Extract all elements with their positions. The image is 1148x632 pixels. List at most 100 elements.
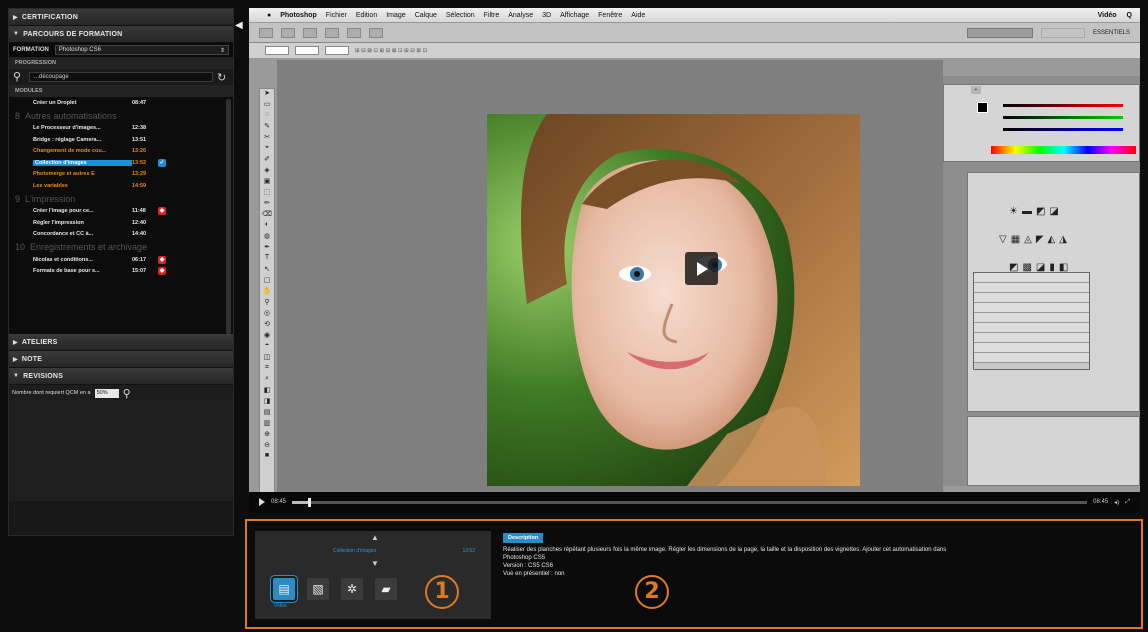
seek-bar[interactable] <box>292 497 1088 507</box>
description-line: Photoshop CS5 <box>503 555 546 561</box>
adjustment-icons: ▽▦◬◤◭◮ <box>999 234 1071 245</box>
ps-bar-button <box>281 27 295 38</box>
pdf-badge-icon[interactable]: ◆ <box>158 255 166 264</box>
lesson-item[interactable]: Le Processeur d'images... 12:38 <box>9 123 233 135</box>
preset-item <box>974 343 1089 353</box>
tool-icon: ✐ <box>264 156 270 163</box>
lesson-item[interactable]: Concordance et CC à... 14:40 <box>9 229 233 241</box>
mac-menubar: ● Photoshop Fichier Edition Image Calque… <box>249 8 1140 23</box>
lesson-item-selected[interactable]: Collection d'images 13:52 ✓ <box>9 157 233 169</box>
description-line: Vue en présentiel : non <box>503 571 565 577</box>
preset-item <box>974 323 1089 333</box>
pdf-badge-icon[interactable]: ◆ <box>158 267 166 276</box>
lesson-item[interactable]: Créer un Droplet 08:47 <box>9 97 233 109</box>
lesson-duration: 13:26 <box>132 148 147 155</box>
refresh-icon[interactable]: ↻ <box>217 71 229 84</box>
description-tab[interactable]: Description <box>503 533 544 543</box>
menu-edition: Edition <box>355 11 378 19</box>
marker-1: 1 <box>425 575 459 609</box>
lesson-title: Les variables <box>33 182 68 189</box>
tool-icon: ⊖ <box>264 442 270 449</box>
option-field <box>325 46 349 55</box>
select-arrow-icon: ⇕ <box>219 47 225 54</box>
presets-list <box>973 272 1090 370</box>
menu-affichage: Affichage <box>560 11 590 19</box>
lesson-duration: 12:38 <box>132 125 147 132</box>
lesson-duration: 13:51 <box>132 136 147 143</box>
active-tool-caption: Vidéo <box>274 603 287 609</box>
section-revisions[interactable]: ▼ REVISIONS <box>9 368 233 385</box>
lesson-item[interactable]: Créer l'image pour ce... 11:48 ◆ <box>9 206 233 218</box>
spectrum-bar <box>991 146 1136 154</box>
tool-icon: ✒ <box>264 244 270 251</box>
formation-select[interactable]: Photoshop CS6 ⇕ <box>54 45 229 55</box>
tool-icon: T <box>264 254 270 261</box>
collapse-triangle-icon: ▼ <box>13 31 20 37</box>
fullscreen-icon[interactable]: ⤢ <box>1125 499 1130 506</box>
module-title: L'impression <box>25 193 76 204</box>
search-icon[interactable]: ⚲ <box>13 71 25 83</box>
lesson-item[interactable]: Les variables 14:59 <box>9 180 233 192</box>
girl-portrait-image <box>487 114 860 486</box>
lesson-item[interactable]: Formats de base pour s... 15:07 ◆ <box>9 266 233 278</box>
modules-label: MODULES <box>9 85 233 97</box>
tool-icon: ◐ <box>264 221 270 228</box>
document-icon[interactable]: ▧ <box>307 578 329 600</box>
puzzle-icon[interactable]: ✲ <box>341 578 363 600</box>
next-arrow-icon[interactable]: ▼ <box>371 559 379 568</box>
section-ateliers[interactable]: ▶ ATELIERS <box>9 334 233 351</box>
section-label: PARCOURS DE FORMATION <box>23 30 123 38</box>
pdf-badge-icon[interactable]: ◆ <box>158 207 166 216</box>
lesson-title: Régler l'impression <box>33 219 84 226</box>
tool-icon: ✎ <box>264 123 270 130</box>
tool-icon: ⌗ <box>265 364 269 371</box>
video-player[interactable]: ● Photoshop Fichier Edition Image Calque… <box>249 8 1140 512</box>
search-icon[interactable]: ⚲ <box>123 387 131 400</box>
play-button-icon[interactable] <box>685 252 718 285</box>
section-parcours[interactable]: ▼ PARCOURS DE FORMATION <box>9 26 233 43</box>
menu-photoshop: Photoshop <box>280 11 317 19</box>
lesson-duration: 08:47 <box>132 99 147 106</box>
collapse-sidebar-icon[interactable]: ◀ <box>235 20 247 32</box>
folder-icon[interactable]: ▰ <box>375 578 397 600</box>
module-header: 8 Autres automatisations <box>9 109 233 123</box>
ps-bar-button <box>347 27 361 38</box>
lesson-item[interactable]: Régler l'impression 12:40 <box>9 217 233 229</box>
revisions-select[interactable]: 50% <box>94 388 119 398</box>
formation-label: FORMATION <box>13 47 49 53</box>
tool-icon: ◫ <box>263 354 271 361</box>
ps-bar-button <box>369 27 383 38</box>
volume-icon[interactable]: ◂) <box>1114 499 1119 506</box>
ps-options-bar: ⊞ ⊟ ⊠ ⊡ ⊞ ⊟ ⊠ ⊡ ⊞ ⊟ ⊠ ⊡ <box>249 43 1140 59</box>
preset-item <box>974 353 1089 363</box>
play-small-icon[interactable] <box>259 498 265 506</box>
film-icon[interactable]: ▤ <box>273 578 295 600</box>
lesson-item[interactable]: Changement de mode cou... 13:26 <box>9 146 233 158</box>
lesson-item[interactable]: Nicolas et conditions... 06:17 ◆ <box>9 254 233 266</box>
foreground-color-icon: ■ <box>264 452 270 459</box>
tool-icon: ⌫ <box>262 211 272 218</box>
preset-item <box>974 313 1089 323</box>
tool-icon: ⟲ <box>264 321 270 328</box>
menu-fenetre: Fenêtre <box>598 11 623 19</box>
lesson-title: Créer l'image pour ce... <box>33 208 94 215</box>
lesson-duration: 14:59 <box>132 182 147 189</box>
tool-icon: ➤ <box>264 90 270 97</box>
seek-handle[interactable] <box>307 497 311 507</box>
search-input[interactable]: ...découpage <box>29 72 213 82</box>
section-label: NOTE <box>21 355 43 363</box>
menu-filtre: Filtre <box>483 11 500 19</box>
section-note[interactable]: ▶ NOTE <box>9 351 233 368</box>
tool-icon: ▭ <box>263 101 271 108</box>
section-certification[interactable]: ▶ CERTIFICATION <box>9 9 233 26</box>
lesson-title: Bridge : réglage Camera... <box>33 136 102 143</box>
lesson-item[interactable]: Photomerge et autres E 13:29 <box>9 169 233 181</box>
panel-tab-couleur: ▪ <box>971 86 981 94</box>
lesson-item[interactable]: Bridge : réglage Camera... 13:51 <box>9 134 233 146</box>
marker-2: 2 <box>635 575 669 609</box>
tool-icon: ◎ <box>263 310 271 317</box>
lesson-title: Créer un Droplet <box>33 99 77 106</box>
lesson-duration: 13:29 <box>132 171 147 178</box>
prev-arrow-icon[interactable]: ▲ <box>371 533 379 542</box>
tool-icon: ▥ <box>263 420 271 427</box>
